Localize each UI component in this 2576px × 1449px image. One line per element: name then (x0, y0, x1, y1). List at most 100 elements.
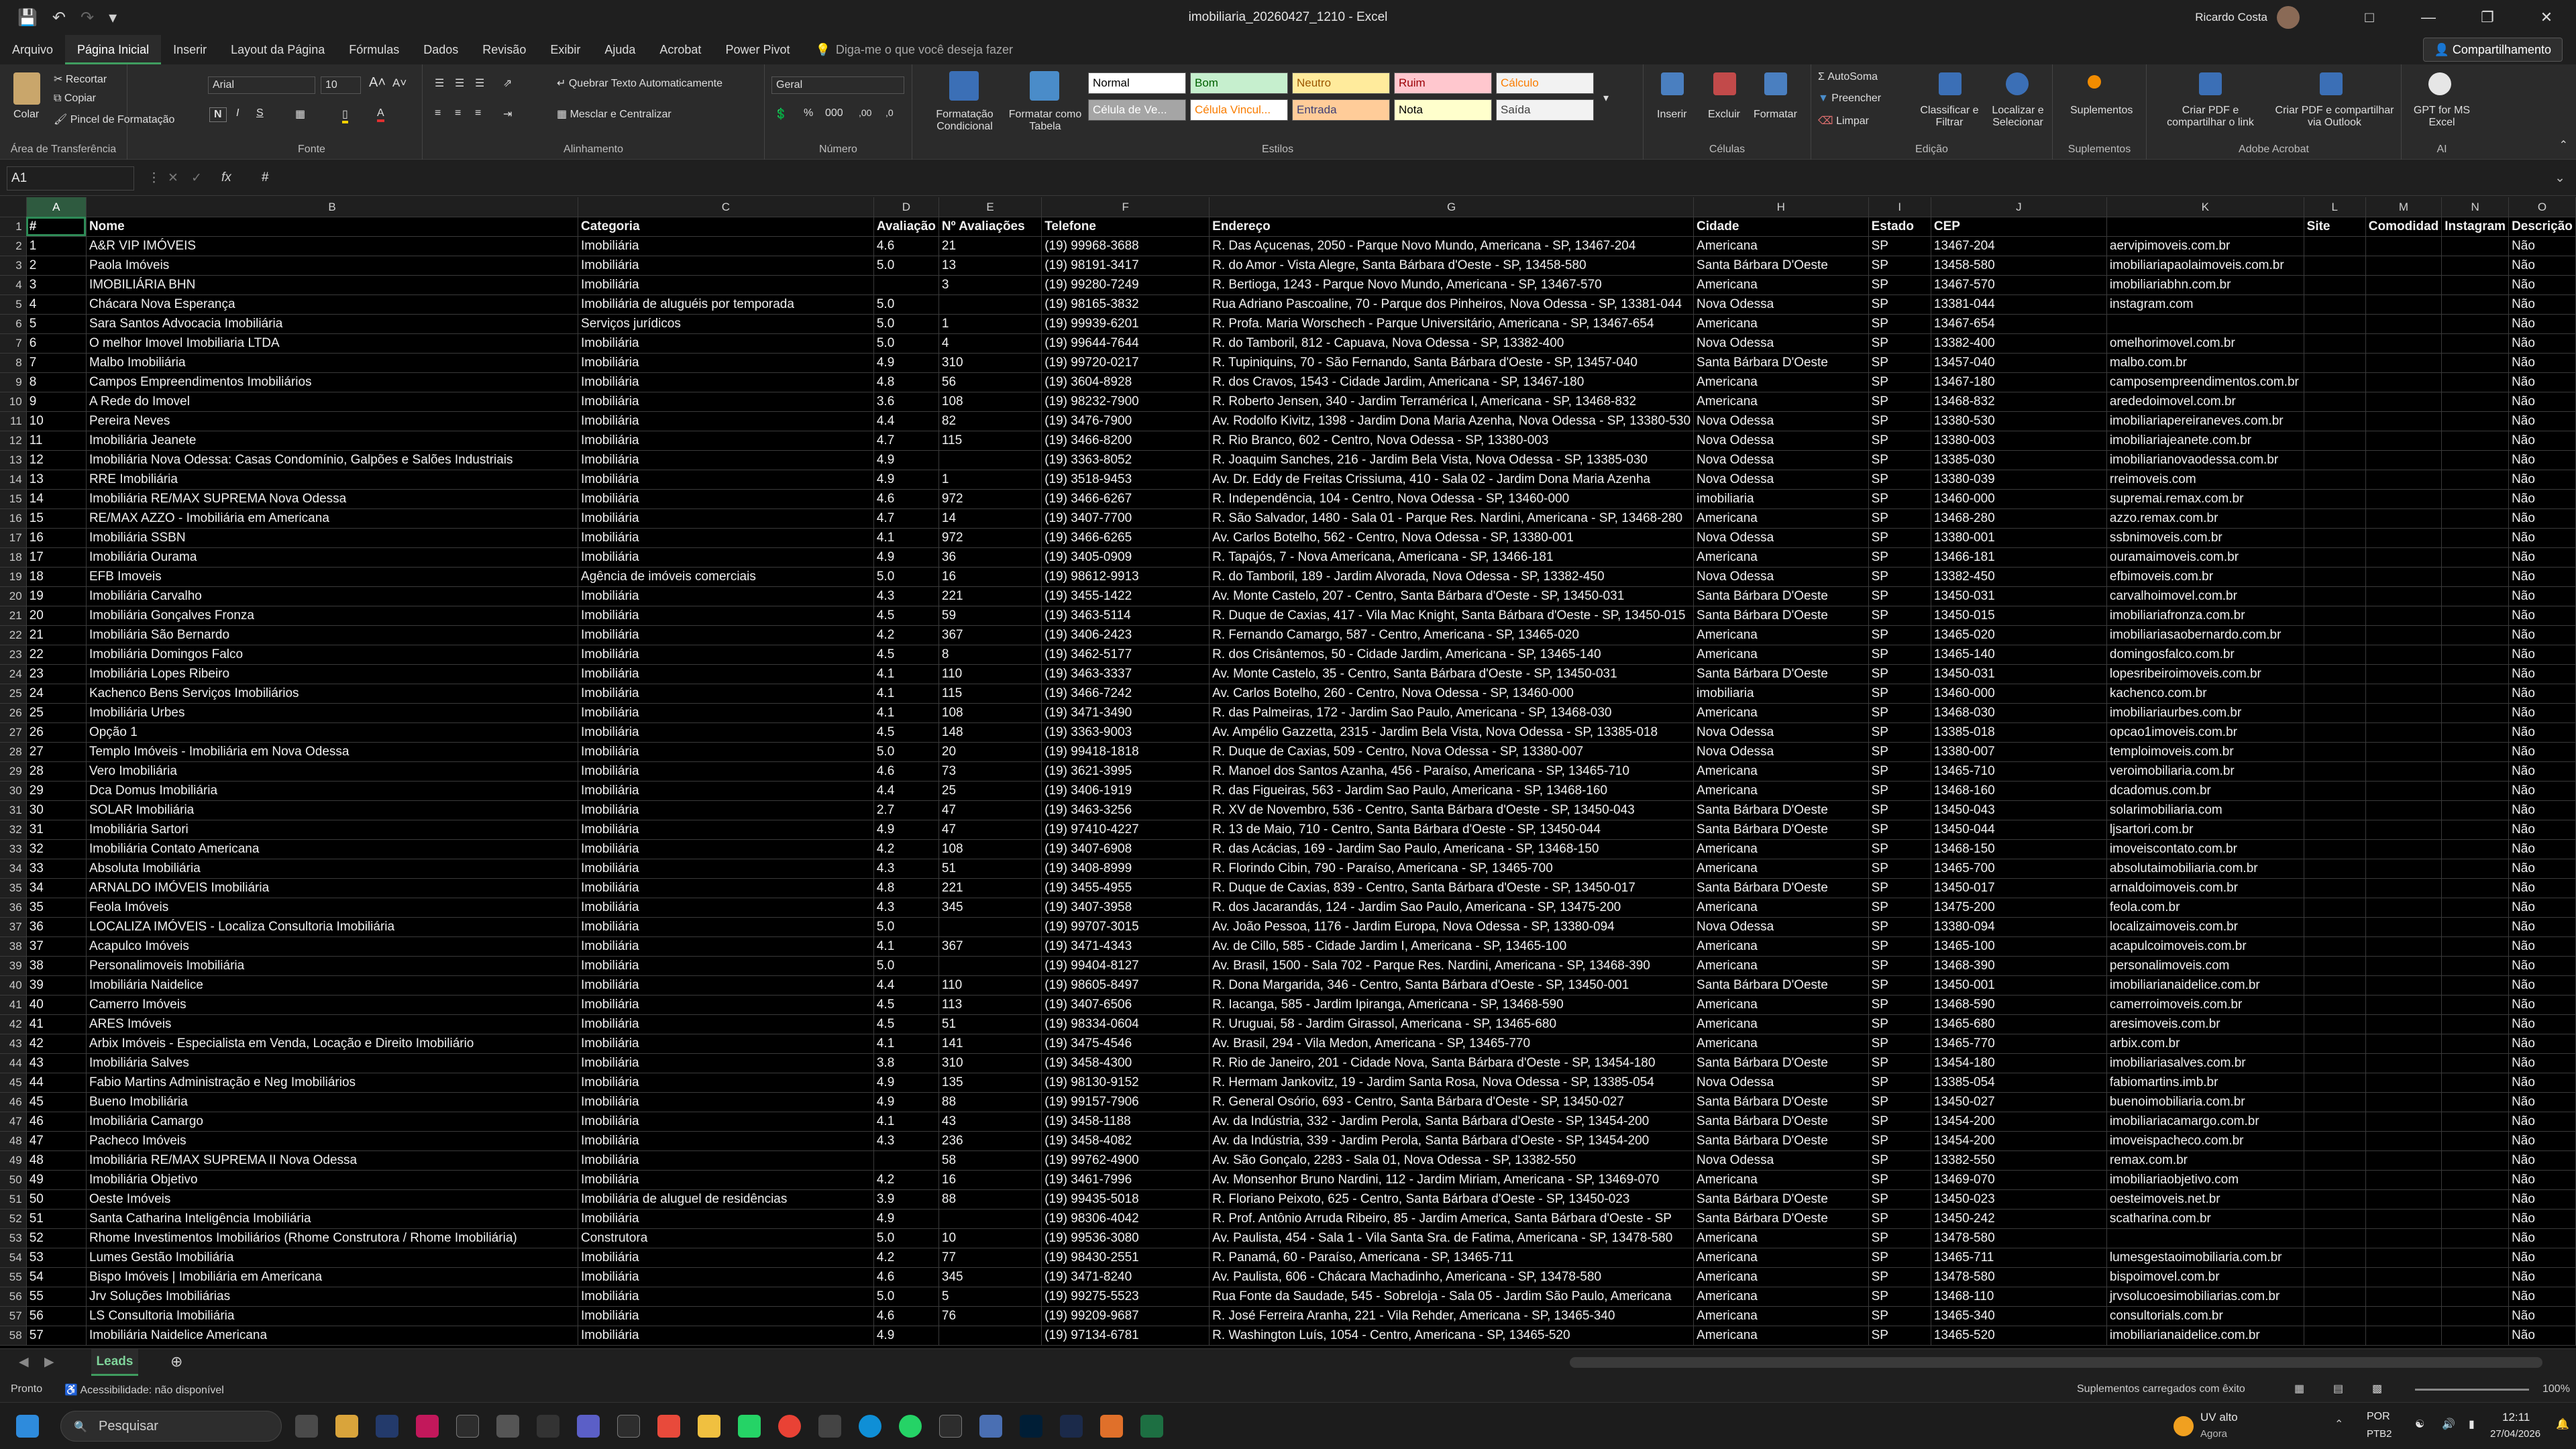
expand-formula-icon[interactable]: ⌄ (2555, 170, 2565, 186)
cell[interactable]: Não (2508, 742, 2576, 762)
cell[interactable]: imobiliariasalves.com.br (2106, 1053, 2304, 1073)
cell[interactable] (2365, 450, 2443, 470)
cell[interactable] (2441, 489, 2510, 509)
cell[interactable]: Av. João Pessoa, 1176 - Jardim Europa, N… (1209, 917, 1695, 937)
cell[interactable]: 4.3 (873, 859, 939, 879)
taskbar-search[interactable]: Pesquisar (60, 1411, 282, 1442)
number-format-select[interactable]: Geral (771, 76, 904, 94)
cell[interactable]: SP (1868, 411, 1931, 431)
cell[interactable]: Não (2508, 275, 2576, 295)
cell[interactable]: SP (1868, 1189, 1931, 1210)
cell[interactable]: (19) 3466-6267 (1041, 489, 1210, 509)
cell[interactable]: 13465-020 (1931, 625, 2107, 645)
cell[interactable]: R. 13 de Maio, 710 - Centro, Santa Bárba… (1209, 820, 1695, 840)
cell[interactable]: 13475-200 (1931, 898, 2107, 918)
cell[interactable]: 13468-590 (1931, 995, 2107, 1015)
shrink-font-icon[interactable]: A˅ (392, 76, 407, 90)
cell[interactable] (2441, 781, 2510, 801)
cell[interactable]: (19) 3455-4955 (1041, 878, 1210, 898)
cell[interactable]: 221 (938, 586, 1042, 606)
cell[interactable] (2304, 956, 2366, 976)
cell[interactable] (2304, 917, 2366, 937)
cell[interactable]: Imobiliária de aluguéis por temporada (578, 294, 874, 315)
cell[interactable]: 13468-390 (1931, 956, 2107, 976)
cell[interactable]: 28 (26, 761, 87, 782)
cell[interactable]: Imobiliária (578, 450, 874, 470)
cell[interactable]: aervipimoveis.com.br (2106, 236, 2304, 256)
cell[interactable] (873, 1150, 939, 1171)
cell[interactable]: 4.6 (873, 1267, 939, 1287)
cell[interactable]: 5.0 (873, 294, 939, 315)
tab-acrobat[interactable]: Acrobat (647, 35, 713, 64)
cell[interactable]: Imobiliária (578, 372, 874, 392)
cell[interactable]: 13465-680 (1931, 1014, 2107, 1034)
cell[interactable]: 4.8 (873, 878, 939, 898)
cell[interactable]: 13465-140 (1931, 645, 2107, 665)
cell[interactable]: 59 (938, 606, 1042, 626)
cell[interactable] (2441, 431, 2510, 451)
cell[interactable]: instagram.com (2106, 294, 2304, 315)
cell[interactable] (2365, 703, 2443, 723)
align-bottom-icon[interactable]: ☰ (475, 76, 484, 90)
cell[interactable]: 46 (26, 1112, 87, 1132)
row-header[interactable]: 5 (0, 294, 27, 315)
cell[interactable]: Santa Bárbara D'Oeste (1693, 1053, 1869, 1073)
underline-button[interactable]: S (256, 107, 264, 119)
cell[interactable]: Não (2508, 1228, 2576, 1248)
cell[interactable]: 51 (938, 1014, 1042, 1034)
cell[interactable] (2304, 975, 2366, 996)
cell[interactable] (2365, 956, 2443, 976)
cell[interactable] (2365, 1073, 2443, 1093)
cell[interactable]: 13467-180 (1931, 372, 2107, 392)
cell[interactable]: 8 (26, 372, 87, 392)
row-header[interactable]: 13 (0, 450, 27, 470)
cell[interactable] (2441, 236, 2510, 256)
normal-view-icon[interactable]: ▦ (2294, 1382, 2304, 1395)
cell[interactable]: 13381-044 (1931, 294, 2107, 315)
row-header[interactable]: 41 (0, 995, 27, 1015)
cell[interactable]: 13454-180 (1931, 1053, 2107, 1073)
cell[interactable]: Não (2508, 1053, 2576, 1073)
cell[interactable]: 41 (26, 1014, 87, 1034)
cell[interactable]: Imobiliária (578, 781, 874, 801)
cell[interactable] (938, 1326, 1042, 1346)
cell[interactable]: 13465-700 (1931, 859, 2107, 879)
format-painter-button[interactable]: 🖌 Pincel de Formatação (54, 113, 174, 126)
cell[interactable]: 115 (938, 431, 1042, 451)
cell[interactable]: Americana (1693, 781, 1869, 801)
cell[interactable]: R. Washington Luís, 1054 - Centro, Ameri… (1209, 1326, 1695, 1346)
cell[interactable]: SP (1868, 1326, 1931, 1346)
cell[interactable]: 13380-094 (1931, 917, 2107, 937)
cell[interactable]: 13382-400 (1931, 333, 2107, 354)
cell[interactable]: Santa Bárbara D'Oeste (1693, 1092, 1869, 1112)
cell[interactable] (2365, 547, 2443, 568)
cell[interactable]: CEP (1931, 217, 2107, 237)
cell[interactable]: 13450-017 (1931, 878, 2107, 898)
cell[interactable]: Imobiliária (578, 1053, 874, 1073)
align-center-icon[interactable]: ≡ (455, 107, 461, 119)
cell[interactable] (2365, 1112, 2443, 1132)
cell[interactable]: 3 (938, 275, 1042, 295)
cell[interactable] (2365, 1228, 2443, 1248)
row-header[interactable]: 42 (0, 1014, 27, 1034)
cell[interactable]: 22 (26, 645, 87, 665)
cell[interactable]: 110 (938, 975, 1042, 996)
cell[interactable]: Não (2508, 586, 2576, 606)
cell[interactable]: 13450-044 (1931, 820, 2107, 840)
minimize-icon[interactable]: — (2399, 9, 2458, 26)
cell[interactable]: Imobiliária São Bernardo (86, 625, 579, 645)
cell[interactable]: Imobiliária (578, 431, 874, 451)
cell[interactable]: 108 (938, 392, 1042, 412)
cell[interactable]: 76 (938, 1306, 1042, 1326)
cell[interactable]: 47 (938, 820, 1042, 840)
cell[interactable]: Categoria (578, 217, 874, 237)
app-icon[interactable] (818, 1415, 841, 1438)
font-name-select[interactable]: Arial (208, 76, 315, 94)
notification-bell-icon[interactable]: 🔔 (2556, 1417, 2569, 1431)
cell[interactable] (2304, 898, 2366, 918)
align-middle-icon[interactable]: ☰ (455, 76, 464, 90)
cell[interactable]: 13466-181 (1931, 547, 2107, 568)
cell[interactable]: imobiliarianovaodessa.com.br (2106, 450, 2304, 470)
cell[interactable]: Não (2508, 333, 2576, 354)
cell[interactable]: buenoimobiliaria.com.br (2106, 1092, 2304, 1112)
